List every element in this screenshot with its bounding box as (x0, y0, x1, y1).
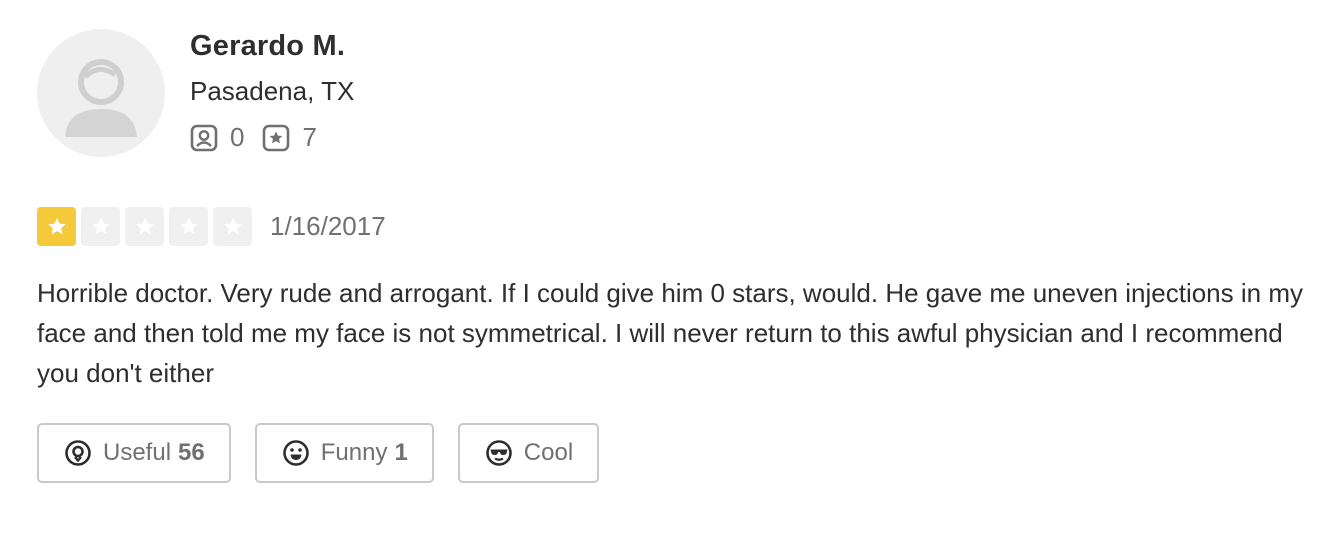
review-date: 1/16/2017 (270, 211, 386, 241)
lightbulb-icon (65, 440, 91, 466)
default-user-icon (65, 59, 137, 137)
user-location: Pasadena, TX (190, 76, 355, 106)
star-rating (37, 207, 257, 246)
star-empty-icon (81, 207, 120, 246)
star-empty-icon (213, 207, 252, 246)
smile-icon (282, 440, 309, 466)
review-text: Horrible doctor. Very rude and arrogant.… (37, 278, 1303, 388)
useful-button[interactable]: Useful 56 (37, 423, 231, 483)
user-stats: 0 7 (190, 122, 335, 153)
funny-button[interactable]: Funny 1 (254, 423, 434, 483)
cool-label: Cool (523, 439, 574, 466)
review-card: Gerardo M. Pasadena, TX 0 7 1/16/2017 Ho… (0, 0, 1328, 538)
reaction-buttons: Useful 56 Funny 1 Cool (37, 423, 623, 483)
reviews-count: 7 (302, 122, 317, 152)
useful-label: Useful (103, 439, 172, 466)
sunglasses-icon (485, 440, 512, 466)
friends-icon (190, 124, 218, 151)
star-empty-icon (169, 207, 208, 246)
reviews-stat: 7 (262, 122, 317, 153)
friends-stat: 0 (190, 122, 244, 153)
friends-count: 0 (230, 122, 245, 152)
star-filled-icon (37, 207, 76, 246)
star-review-icon (263, 124, 290, 151)
avatar[interactable] (37, 29, 165, 157)
cool-button[interactable]: Cool (457, 423, 600, 483)
useful-count: 56 (178, 439, 205, 466)
star-empty-icon (125, 207, 164, 246)
user-name[interactable]: Gerardo M. (190, 30, 345, 63)
funny-label: Funny (320, 439, 388, 466)
rating-row: 1/16/2017 (37, 207, 386, 246)
funny-count: 1 (394, 439, 408, 466)
